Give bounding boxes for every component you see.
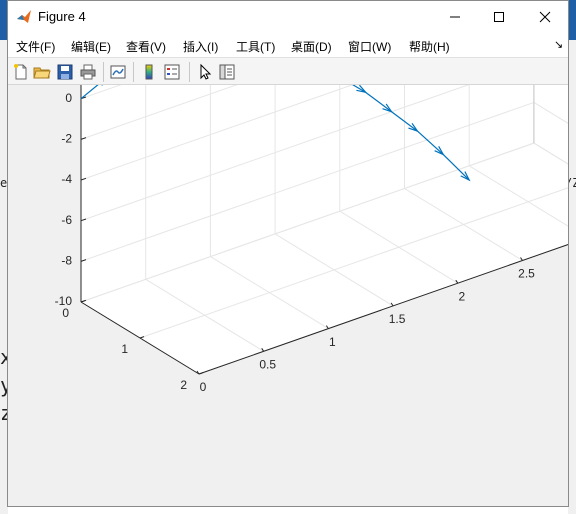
x-tick-label: 1 — [329, 335, 336, 349]
z-tick-label: -8 — [61, 254, 72, 268]
z-tick-label: -6 — [61, 213, 72, 227]
menu-window[interactable]: 窗口(W) — [348, 38, 391, 55]
save-icon[interactable] — [56, 63, 74, 81]
figure-window: Figure 4 文件(F) 编辑(E) 查看(V) 插入(I) 工具(T) 桌… — [7, 0, 576, 507]
minimize-icon — [450, 16, 460, 17]
x-tick-label: 0 — [200, 380, 207, 394]
z-tick-label: 0 — [65, 91, 72, 105]
menu-insert[interactable]: 插入(I) — [183, 38, 218, 55]
print-icon[interactable] — [79, 63, 97, 81]
y-tick-label: 1 — [121, 342, 128, 356]
property-inspector-icon[interactable] — [218, 63, 236, 81]
link-plot-icon[interactable] — [109, 63, 127, 81]
menu-tools[interactable]: 工具(T) — [236, 38, 275, 55]
new-figure-icon[interactable] — [12, 63, 30, 81]
quiver3-axes[interactable]: 20-2-4-6-8-1001200.511.522.533.5 — [8, 0, 576, 506]
minimize-button[interactable] — [432, 1, 478, 32]
maximize-button[interactable] — [476, 1, 522, 32]
menu-edit[interactable]: 编辑(E) — [71, 38, 111, 55]
menu-desktop[interactable]: 桌面(D) — [291, 38, 332, 55]
close-icon — [539, 11, 551, 22]
y-tick-label: 2 — [180, 378, 187, 392]
z-tick-label: -2 — [61, 132, 72, 146]
matlab-logo-icon — [17, 10, 31, 23]
x-tick-label: 2.5 — [518, 267, 535, 281]
menu-view[interactable]: 查看(V) — [126, 38, 166, 55]
window-title: Figure 4 — [38, 9, 86, 24]
background-right-panel — [568, 40, 576, 514]
toolbar-separator — [189, 62, 190, 82]
legend-icon[interactable] — [163, 63, 181, 81]
maximize-icon — [494, 11, 504, 22]
menu-file[interactable]: 文件(F) — [16, 38, 55, 55]
y-tick-label: 0 — [62, 306, 69, 320]
toolbar-separator — [133, 62, 134, 82]
pointer-icon[interactable] — [196, 63, 214, 81]
x-tick-label: 2 — [458, 289, 465, 303]
menu-dock-arrow-icon[interactable]: ↘ — [554, 38, 563, 51]
menu-help[interactable]: 帮助(H) — [409, 38, 450, 55]
menu-bar: 文件(F) 编辑(E) 查看(V) 插入(I) 工具(T) 桌面(D) 窗口(W… — [8, 32, 568, 57]
figure-toolbar — [8, 57, 568, 85]
colorbar-icon[interactable] — [140, 63, 158, 81]
title-bar[interactable]: Figure 4 — [8, 1, 568, 32]
x-tick-label: 1.5 — [389, 312, 406, 326]
close-button[interactable] — [522, 1, 568, 32]
z-tick-label: -4 — [61, 172, 72, 186]
x-tick-label: 0.5 — [259, 357, 276, 371]
toolbar-separator — [103, 62, 104, 82]
open-file-icon[interactable] — [33, 63, 51, 81]
plot-area: 20-2-4-6-8-1001200.511.522.533.5 — [8, 0, 576, 506]
